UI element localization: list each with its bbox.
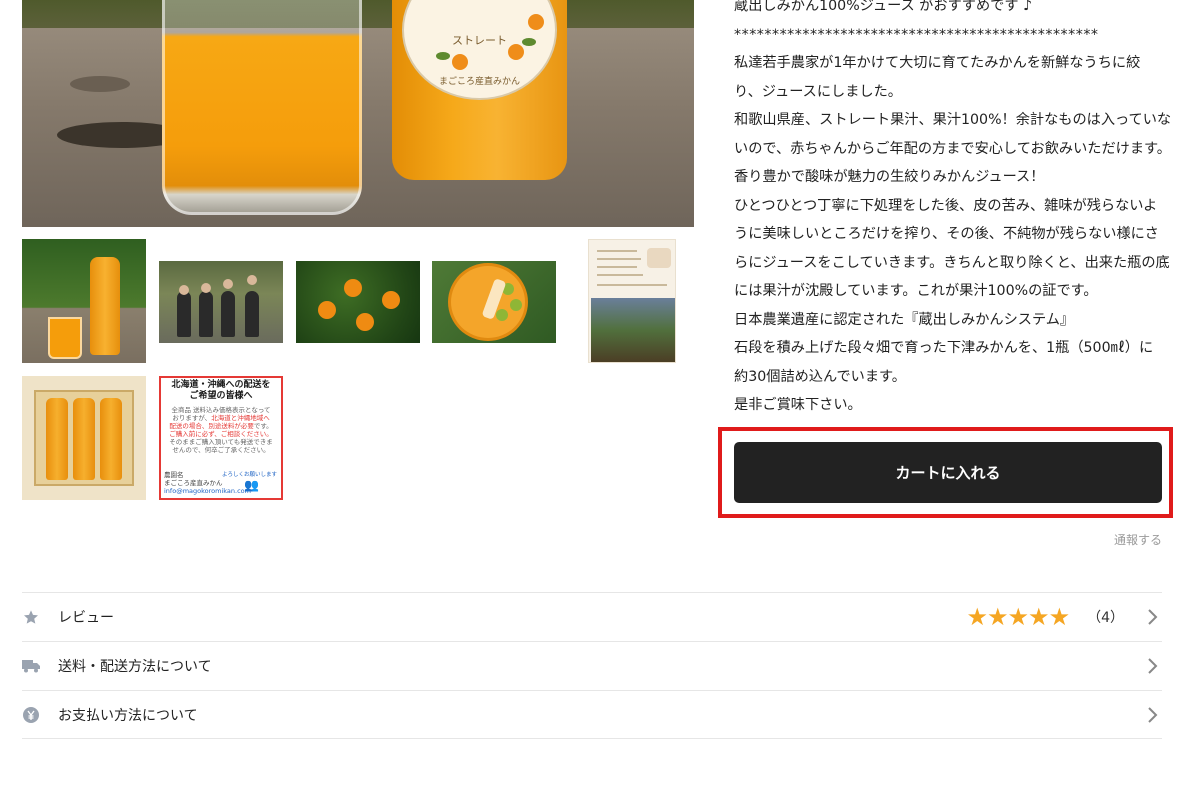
description-line: 私達若手農家が1年かけて大切に育てたみかんを新鮮なうちに絞: [734, 55, 1141, 71]
thumbnail-gift-box[interactable]: [22, 376, 146, 500]
lime-graphic: [496, 309, 508, 321]
notice-text: せんので、何卒ご了承ください。: [172, 446, 270, 454]
head-graphic: [201, 283, 211, 293]
review-count: （4）: [1087, 610, 1124, 626]
description-line: には果汁が沈殿しています。これが果汁100%の証です。: [734, 283, 1098, 299]
person-graphic: [199, 291, 213, 337]
mikan-graphic: [528, 14, 544, 30]
description-line: らにジュースをこしていきます。きちんと取り除くと、出来た瓶の底: [734, 254, 1170, 271]
bottle-label-text: ストレート: [452, 34, 507, 47]
mikan-graphic: [452, 54, 468, 70]
notice-title: 北海道・沖縄への配送を ご希望の皆様へ: [164, 380, 278, 402]
thumbnail-mikan-on-tree[interactable]: [296, 261, 420, 343]
chevron-right-icon: [1144, 657, 1162, 675]
orange-graphic: [356, 313, 374, 331]
description-line: 香り豊かで酸味が魅力の生絞りみかんジュース！: [734, 169, 1045, 185]
person-graphic: [245, 291, 259, 337]
notice-text: 全商品 送料込み価格表示となって: [171, 406, 271, 414]
text-line-graphic: [597, 250, 637, 252]
description-line: いので、赤ちゃんからご年配の方まで安心してお飲みいただけます。: [734, 140, 1171, 157]
star-icon: [22, 608, 40, 626]
notice-title-line: 北海道・沖縄への配送を: [171, 380, 271, 390]
head-graphic: [247, 275, 257, 285]
description-line: 約30個詰め込んでいます。: [734, 368, 906, 385]
table-knot: [70, 76, 130, 92]
shop-name: まごころ産直みかん: [164, 479, 223, 487]
text-line-graphic: [597, 274, 643, 276]
leaf-graphic: [436, 52, 450, 60]
glass-graphic: [48, 317, 82, 359]
text-line-graphic: [597, 266, 637, 268]
map-graphic: [647, 248, 671, 268]
bottle-graphic: [100, 398, 122, 480]
text-line-graphic: [597, 258, 641, 260]
description-line: 和歌山県産、ストレート果汁、果汁100%！余計なものは入っていな: [734, 112, 1172, 128]
product-main-image: ストレート まごころ産直みかん: [22, 0, 694, 227]
orange-graphic: [318, 301, 336, 319]
shipping-label: 送料・配送方法について: [58, 659, 212, 675]
report-link[interactable]: 通報する: [1114, 531, 1162, 548]
description-divider: ****************************************…: [734, 26, 1099, 43]
notice-warning: ご購入前に必ず、ご相談ください。: [169, 430, 273, 438]
yen-icon: [22, 706, 40, 724]
description-line: 日本農業遺産に認定された『蔵出しみかんシステム』: [734, 311, 1075, 328]
head-graphic: [223, 279, 233, 289]
review-row[interactable]: レビュー ★★★★★ （4）: [22, 592, 1162, 641]
description-line: 蔵出しみかん100%ジュース がおすすめです ♪: [734, 0, 1033, 14]
bottle-label: ストレート まごころ産直みかん: [402, 0, 557, 100]
description-line: り、ジュースにしました。: [734, 83, 902, 100]
notice-warning: 北海道と沖縄地域へ: [211, 414, 270, 422]
payment-row[interactable]: お支払い方法について: [22, 690, 1162, 739]
terraced-field-photo: [591, 298, 675, 362]
notice-warning: 配送の場合、別途送料が必要: [169, 422, 254, 430]
person-graphic: [221, 291, 235, 337]
thumbnail-shipping-notice[interactable]: 北海道・沖縄への配送を ご希望の皆様へ 全商品 送料込み価格表示となって おりま…: [159, 376, 283, 500]
description-line: ひとつひとつ丁寧に下処理をした後、皮の苦み、雑味が残らないよ: [734, 197, 1158, 214]
shop-email: info@magokoromikan.com: [164, 487, 251, 495]
thumbnail-farmers-group[interactable]: [159, 261, 283, 343]
notice-title-line: ご希望の皆様へ: [189, 391, 253, 401]
description-line: 是非ご賞味下さい。: [734, 397, 862, 413]
lime-graphic: [510, 299, 522, 311]
bottle-graphic: [90, 257, 120, 355]
chevron-right-icon: [1144, 608, 1162, 626]
bottle-graphic: [46, 398, 68, 480]
person-graphic: [177, 291, 191, 337]
thumbnail-bottle-and-glass[interactable]: [22, 239, 146, 363]
bottle-graphic: [73, 398, 95, 480]
shipping-row[interactable]: 送料・配送方法について: [22, 641, 1162, 690]
shop-label: 農園名: [164, 471, 184, 479]
product-description: 蔵出しみかん100%ジュース がおすすめです ♪ ***************…: [734, 0, 1174, 420]
description-line: うに美味しいところだけを搾り、その後、不純物が残らない様にさ: [734, 226, 1159, 242]
add-to-cart-button[interactable]: カートに入れる: [734, 442, 1162, 503]
notice-text: おりますが、: [172, 414, 212, 422]
thumbnail-info-leaflet[interactable]: [588, 239, 676, 363]
notice-signature: 農園名 まごころ産直みかん info@magokoromikan.com: [164, 471, 251, 495]
text-line-graphic: [597, 284, 667, 286]
notice-text: です。: [253, 422, 273, 430]
bottle-label-brand: まごころ産直みかん: [438, 77, 520, 87]
payment-label: お支払い方法について: [58, 707, 198, 724]
chevron-right-icon: [1144, 706, 1162, 724]
payment-row-right: [1144, 706, 1162, 724]
orange-graphic: [382, 291, 400, 309]
juice-glass: [162, 0, 362, 215]
truck-icon: [22, 657, 40, 675]
thumbnail-bowl-with-citrus[interactable]: [432, 261, 556, 343]
notice-body: 全商品 送料込み価格表示となって おりますが、北海道と沖縄地域へ 配送の場合、別…: [164, 406, 278, 454]
orange-graphic: [344, 279, 362, 297]
head-graphic: [179, 285, 189, 295]
description-line: 石段を積み上げた段々畑で育った下津みかんを、1瓶（500㎖）に: [734, 340, 1154, 356]
shipping-row-right: [1144, 657, 1162, 675]
review-summary: ★★★★★ （4）: [967, 603, 1163, 631]
notice-text: そのままご購入頂いても発送できま: [169, 438, 273, 446]
rating-stars: ★★★★★: [966, 603, 1071, 631]
review-label: レビュー: [58, 610, 114, 626]
